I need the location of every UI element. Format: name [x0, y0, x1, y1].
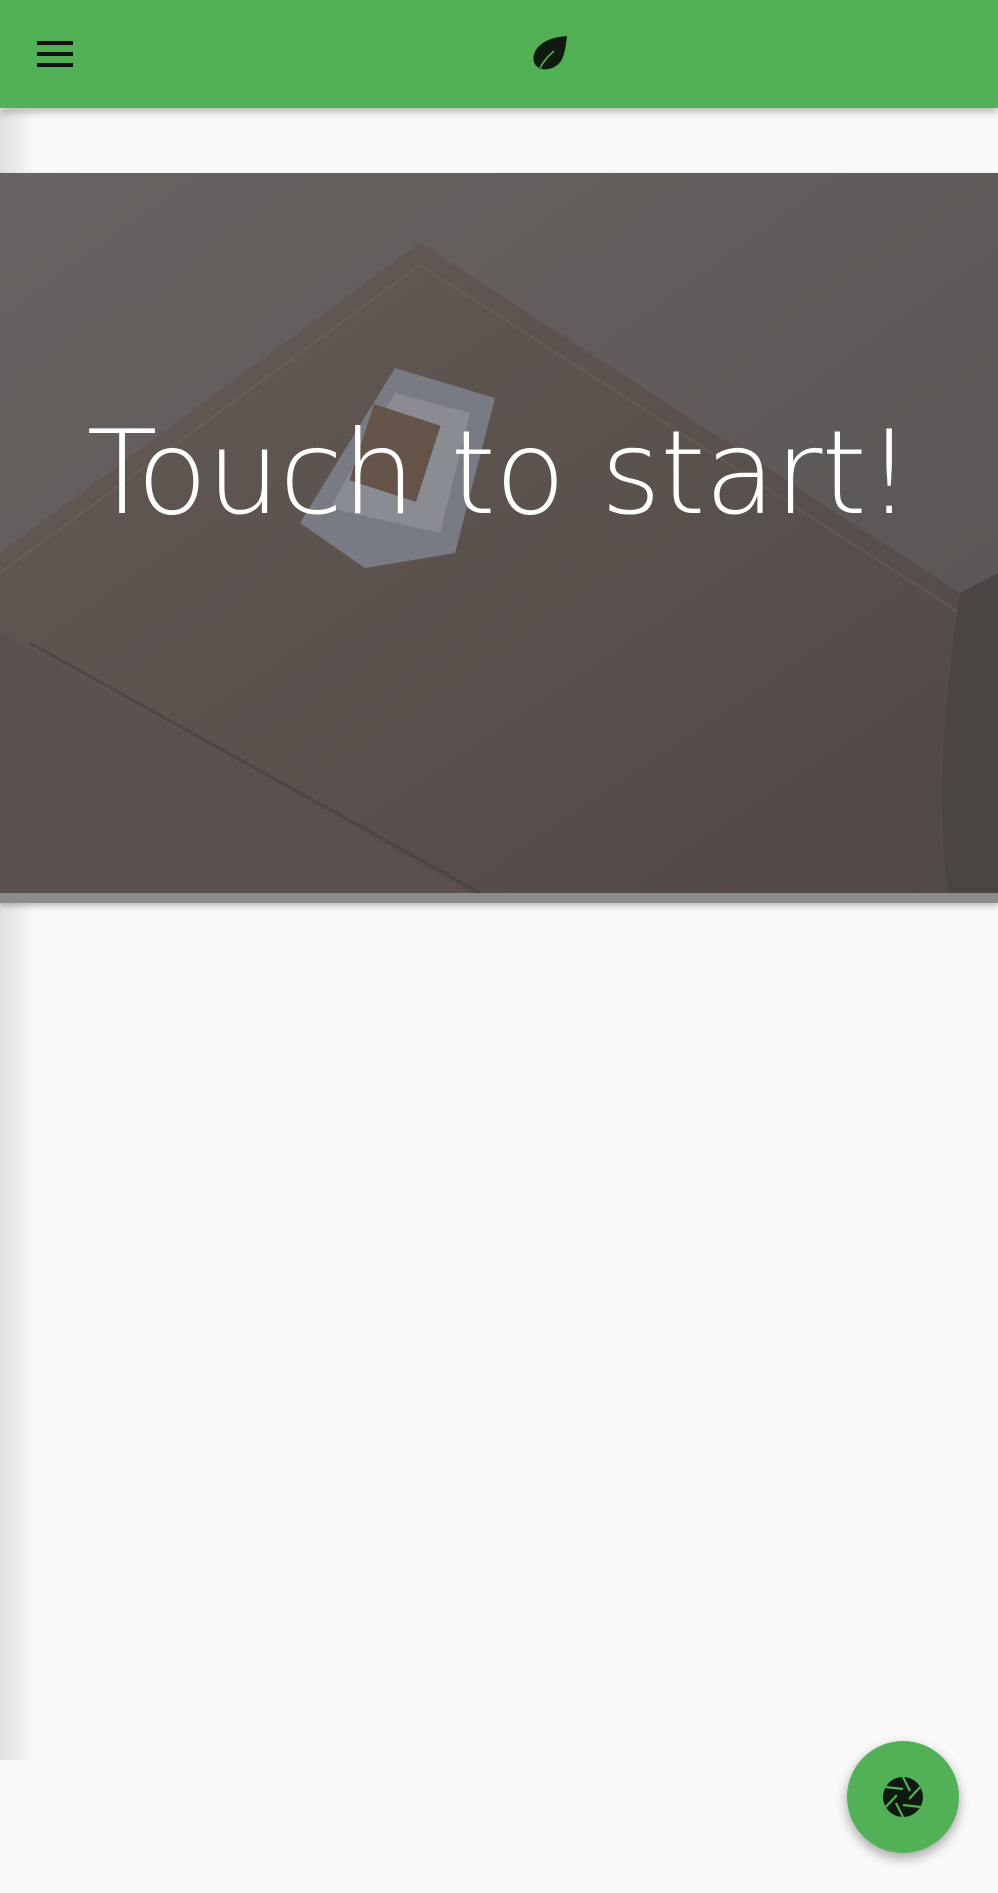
capture-fab-button[interactable]	[847, 1741, 959, 1853]
hamburger-menu-icon	[37, 41, 73, 45]
menu-button[interactable]	[22, 24, 88, 84]
app-screen: Touch to start!	[0, 0, 998, 1893]
touch-to-start-prompt: Touch to start!	[86, 406, 913, 541]
hamburger-menu-icon-bar	[37, 63, 73, 67]
camera-preview[interactable]: Touch to start!	[0, 173, 998, 903]
camera-shutter-icon	[883, 1776, 923, 1818]
card-bottom-edge	[0, 893, 998, 903]
hamburger-menu-icon-bar	[37, 52, 73, 56]
top-app-bar	[0, 0, 998, 108]
leaf-icon	[533, 36, 567, 70]
